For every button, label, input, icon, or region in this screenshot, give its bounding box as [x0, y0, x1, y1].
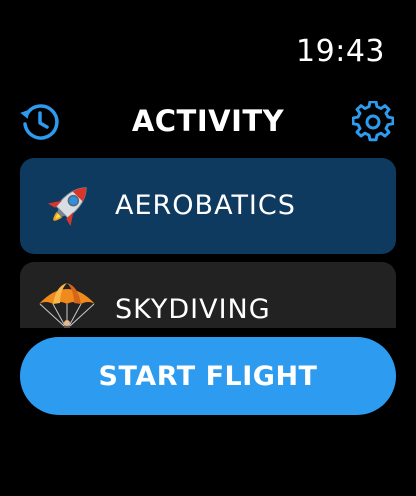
rocket-icon	[47, 187, 87, 227]
activity-label: SKYDIVING	[115, 294, 271, 325]
gear-icon	[351, 100, 395, 142]
status-time: 19:43	[296, 34, 385, 69]
start-flight-label: START FLIGHT	[98, 360, 318, 392]
watch-screen: 19:43 ACTIVITY AEROBATICS SKYDIVING STAR…	[0, 0, 416, 496]
activity-row-skydiving[interactable]: SKYDIVING	[20, 262, 396, 328]
settings-button[interactable]	[351, 100, 395, 143]
activity-label: AEROBATICS	[115, 190, 296, 221]
activity-list[interactable]: AEROBATICS SKYDIVING	[20, 158, 396, 328]
start-flight-button[interactable]: START FLIGHT	[20, 337, 396, 415]
parachute-icon	[39, 283, 95, 328]
header: ACTIVITY	[0, 98, 416, 144]
activity-row-aerobatics[interactable]: AEROBATICS	[20, 158, 396, 254]
